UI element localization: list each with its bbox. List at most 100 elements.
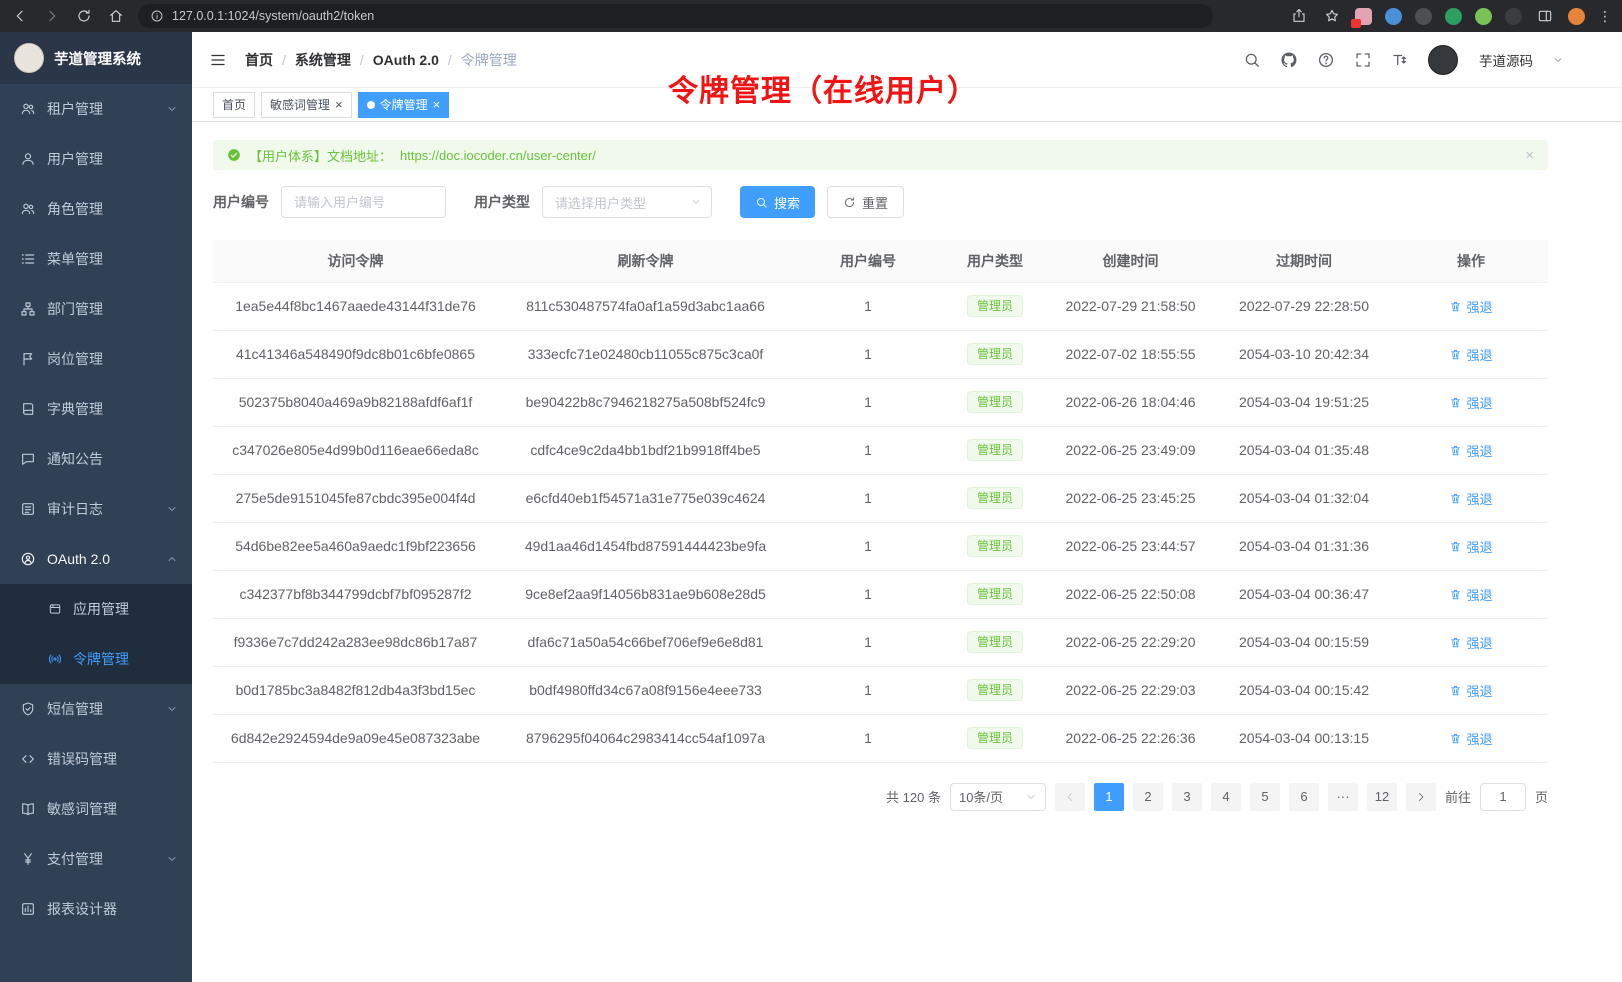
sidebar-item-notice[interactable]: 通知公告 (0, 434, 192, 484)
force-logout-button[interactable]: 强退 (1449, 393, 1492, 412)
org-tree-icon (20, 301, 36, 317)
force-logout-button[interactable]: 强退 (1449, 585, 1492, 604)
user-id-input[interactable] (281, 186, 446, 218)
sidebar-item-tenant[interactable]: 租户管理 (0, 84, 192, 134)
sidebar-item-user[interactable]: 用户管理 (0, 134, 192, 184)
pagination-page-5[interactable]: 5 (1250, 783, 1280, 811)
help-icon[interactable] (1317, 51, 1335, 69)
force-logout-button[interactable]: 强退 (1449, 441, 1492, 460)
pagination-next-button[interactable] (1406, 783, 1436, 811)
sidebar-item-dept[interactable]: 部门管理 (0, 284, 192, 334)
force-logout-button[interactable]: 强退 (1449, 537, 1492, 556)
sidebar-item-oauth2[interactable]: OAuth 2.0 (0, 534, 192, 584)
sidebar-item-audit-log[interactable]: 审计日志 (0, 484, 192, 534)
message-icon (20, 451, 36, 467)
sidebar-item-oauth2-client[interactable]: 应用管理 (0, 584, 192, 634)
fullscreen-icon[interactable] (1354, 51, 1372, 69)
reload-button[interactable] (74, 6, 94, 26)
breadcrumb-system[interactable]: 系统管理 (295, 50, 351, 70)
sidebar-item-oauth2-token[interactable]: 令牌管理 (0, 634, 192, 684)
github-icon[interactable] (1280, 51, 1298, 69)
force-logout-button[interactable]: 强退 (1449, 297, 1492, 316)
extension-icon-5[interactable] (1475, 8, 1492, 25)
user-type-placeholder: 请选择用户类型 (555, 193, 646, 212)
pagination-page-1[interactable]: 1 (1094, 783, 1124, 811)
user-type-badge: 管理员 (967, 535, 1023, 557)
bookmark-star-icon[interactable] (1322, 6, 1342, 26)
table-row: b0d1785bc3a8482f812db4a3f3bd15ecb0df4980… (213, 666, 1548, 714)
tab-close-icon[interactable]: × (433, 98, 441, 111)
browser-chrome: 127.0.0.1:1024/system/oauth2/token ⋮ (0, 0, 1622, 32)
profile-avatar-icon[interactable] (1568, 8, 1585, 25)
table-row: 275e5de9151045fe87cbdc395e004f4de6cfd40e… (213, 474, 1548, 522)
pagination-page-4[interactable]: 4 (1211, 783, 1241, 811)
tab-close-icon[interactable]: × (335, 98, 343, 111)
breadcrumb-oauth2[interactable]: OAuth 2.0 (373, 52, 439, 68)
extension-icon-1[interactable] (1355, 8, 1372, 25)
share-icon[interactable] (1289, 6, 1309, 26)
app-logo[interactable]: 芋道管理系统 (0, 32, 192, 84)
sidebar-item-pay[interactable]: 支付管理 (0, 834, 192, 884)
refresh-token-cell: 49d1aa46d1454fbd87591444423be9fa (498, 522, 793, 570)
main-area: 首页 / 系统管理 / OAuth 2.0 / 令牌管理 芋道源码 (192, 32, 1622, 982)
sidebar-item-sensitive-word[interactable]: 敏感词管理 (0, 784, 192, 834)
user-type-cell: 管理员 (943, 426, 1047, 474)
table-row: 502375b8040a469a9b82188afdf6af1fbe90422b… (213, 378, 1548, 426)
reset-button[interactable]: 重置 (827, 186, 904, 218)
force-logout-button[interactable]: 强退 (1449, 729, 1492, 748)
extension-icon-4[interactable] (1445, 8, 1462, 25)
page-unit-label: 页 (1535, 787, 1548, 806)
tab-sensitive-word[interactable]: 敏感词管理 × (261, 92, 352, 118)
sidebar-item-menu[interactable]: 菜单管理 (0, 234, 192, 284)
action-cell: 强退 (1394, 474, 1548, 522)
force-logout-button[interactable]: 强退 (1449, 633, 1492, 652)
home-button[interactable] (106, 6, 126, 26)
extension-icon-3[interactable] (1415, 8, 1432, 25)
refresh-token-cell: dfa6c71a50a54c66bef706ef9e6e8d81 (498, 618, 793, 666)
site-info-icon[interactable] (150, 9, 164, 23)
refresh-token-cell: e6cfd40eb1f54571a31e775e039c4624 (498, 474, 793, 522)
user-menu-caret-icon[interactable] (1552, 54, 1564, 66)
page-size-select[interactable]: 10条/页 (950, 783, 1046, 811)
pagination-page-12[interactable]: 12 (1367, 783, 1397, 811)
breadcrumb-home[interactable]: 首页 (245, 50, 273, 70)
tab-token[interactable]: 令牌管理 × (358, 92, 450, 118)
browser-menu-icon[interactable]: ⋮ (1598, 8, 1612, 25)
pagination-page-2[interactable]: 2 (1133, 783, 1163, 811)
address-bar[interactable]: 127.0.0.1:1024/system/oauth2/token (138, 4, 1213, 28)
alert-close-icon[interactable]: × (1525, 147, 1534, 164)
forward-button[interactable] (42, 6, 62, 26)
user-avatar[interactable] (1428, 45, 1458, 75)
doc-link[interactable]: https://doc.iocoder.cn/user-center/ (400, 148, 596, 163)
sidebar-item-error-code[interactable]: 错误码管理 (0, 734, 192, 784)
extension-icon-2[interactable] (1385, 8, 1402, 25)
font-size-icon[interactable] (1391, 51, 1409, 69)
sidebar-item-role[interactable]: 角色管理 (0, 184, 192, 234)
pagination-prev-button[interactable] (1055, 783, 1085, 811)
sidebar-item-post[interactable]: 岗位管理 (0, 334, 192, 384)
force-logout-button[interactable]: 强退 (1449, 489, 1492, 508)
search-button[interactable]: 搜索 (740, 186, 815, 218)
sidebar-item-dict[interactable]: 字典管理 (0, 384, 192, 434)
force-logout-button[interactable]: 强退 (1449, 681, 1492, 700)
sidebar-item-label: 支付管理 (47, 849, 103, 869)
column-header: 访问令牌 (213, 240, 498, 282)
pagination-page-6[interactable]: 6 (1289, 783, 1319, 811)
back-button[interactable] (10, 6, 30, 26)
pagination-more-button[interactable]: ··· (1328, 783, 1358, 811)
user-type-select[interactable]: 请选择用户类型 (542, 186, 712, 218)
search-icon[interactable] (1243, 51, 1261, 69)
expire-time-cell: 2054-03-04 01:32:04 (1214, 474, 1394, 522)
logo-avatar (14, 43, 44, 73)
user-icon (20, 151, 36, 167)
extension-icon-6[interactable] (1505, 8, 1522, 25)
pagination-page-3[interactable]: 3 (1172, 783, 1202, 811)
force-logout-button[interactable]: 强退 (1449, 345, 1492, 364)
sidebar-item-report-designer[interactable]: 报表设计器 (0, 884, 192, 934)
tab-home[interactable]: 首页 (213, 92, 255, 118)
split-view-icon[interactable] (1535, 6, 1555, 26)
sidebar-toggle-icon[interactable] (209, 51, 227, 69)
refresh-token-cell: be90422b8c7946218275a508bf524fc9 (498, 378, 793, 426)
goto-page-input[interactable] (1480, 783, 1526, 811)
sidebar-item-sms[interactable]: 短信管理 (0, 684, 192, 734)
